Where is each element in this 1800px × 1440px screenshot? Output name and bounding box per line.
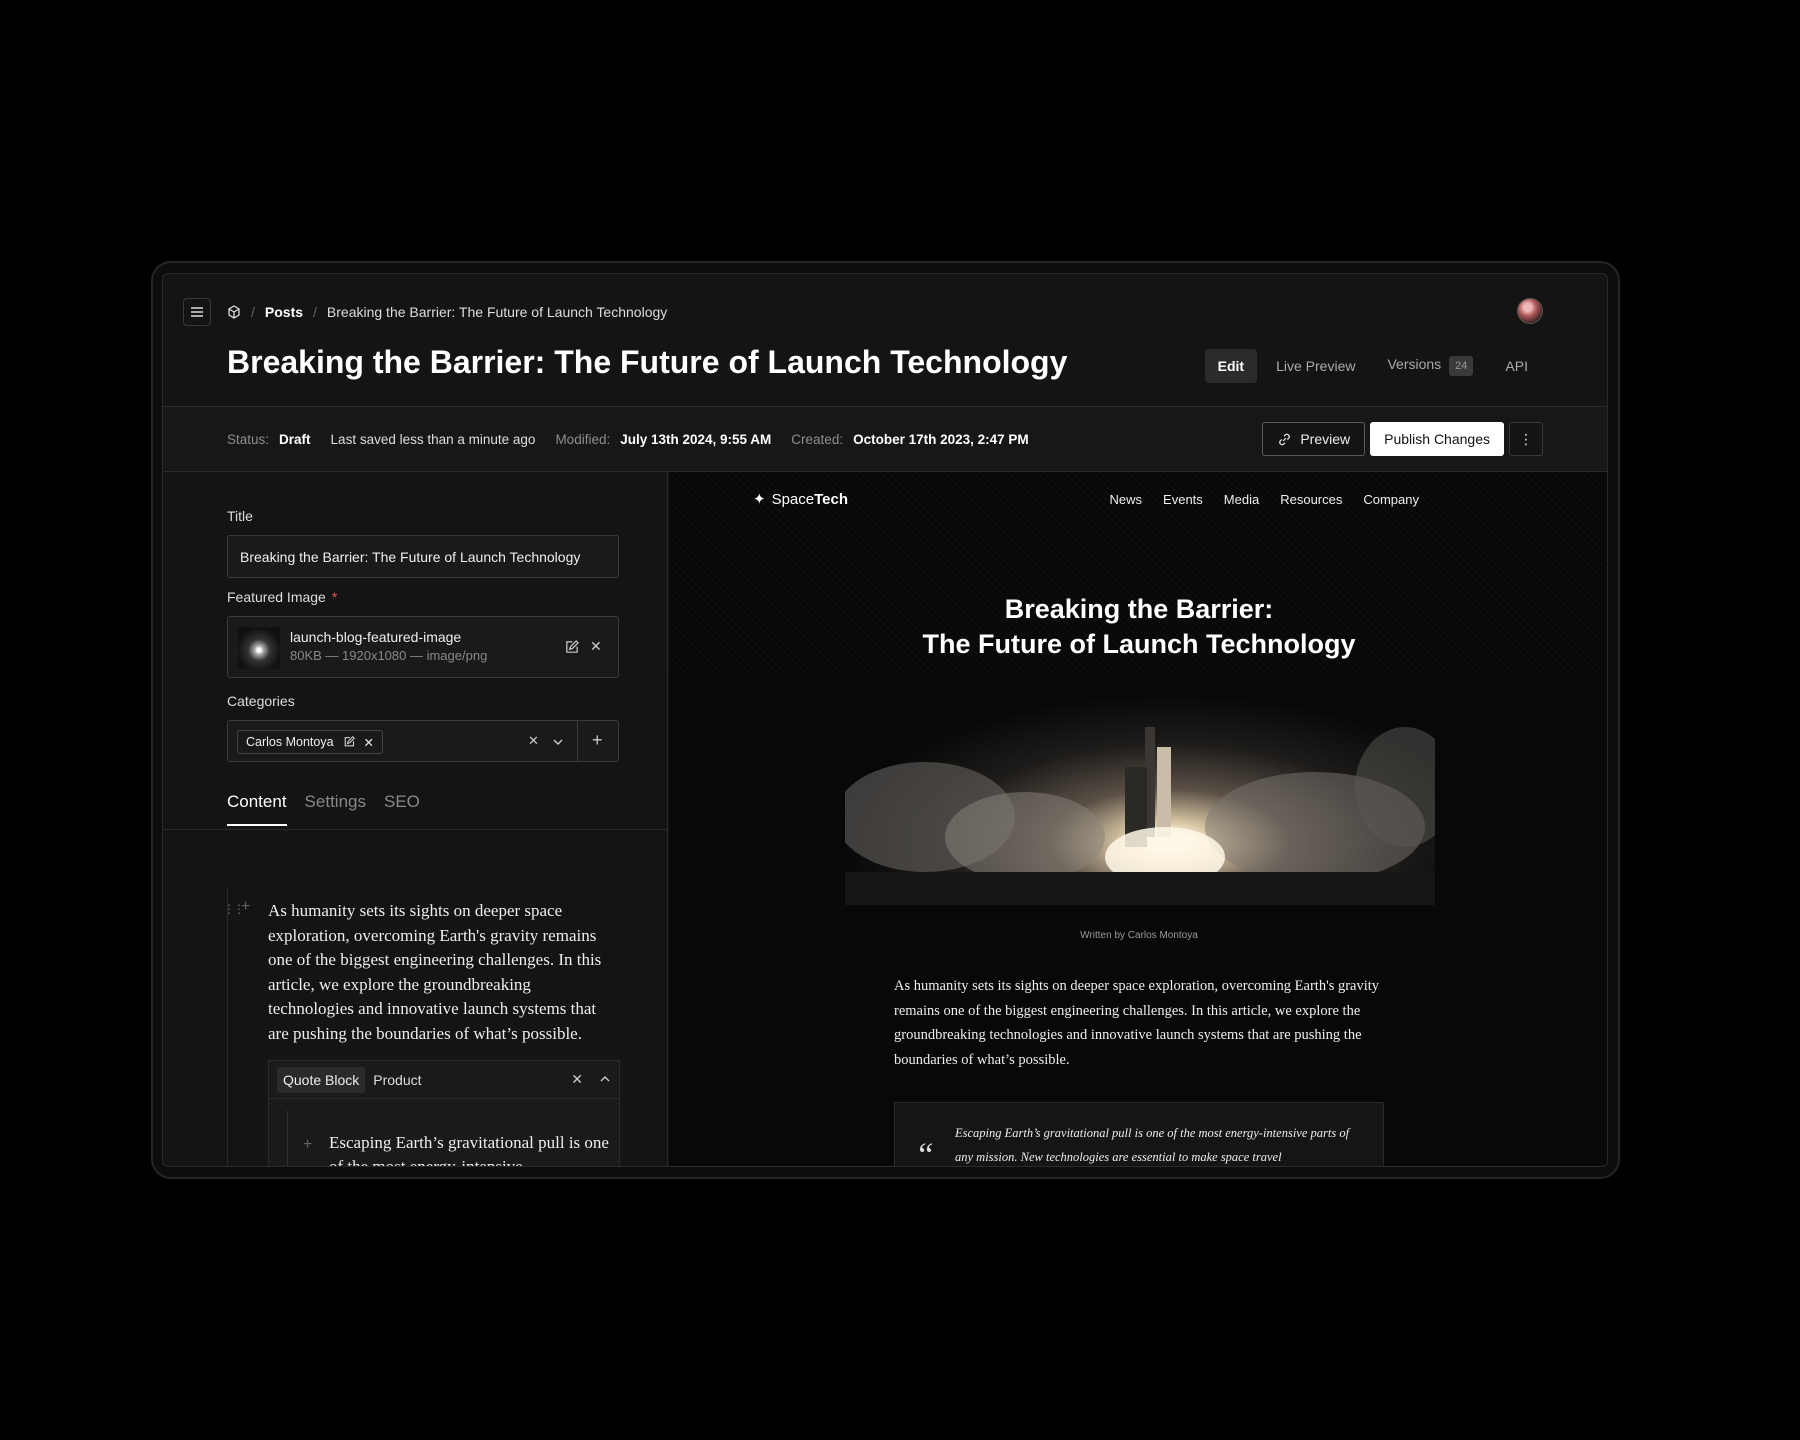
article-quote: “ Escaping Earth’s gravitational pull is… (894, 1102, 1384, 1167)
tab-settings[interactable]: Settings (305, 792, 366, 826)
breadcrumb-posts[interactable]: Posts (265, 304, 303, 320)
live-preview-panel: ✦ SpaceTech News Events Media Resources … (669, 472, 1607, 1167)
chevron-up-icon[interactable] (599, 1071, 611, 1087)
title-input[interactable]: Breaking the Barrier: The Future of Laun… (227, 535, 619, 578)
logo-text-light: Space (771, 490, 815, 508)
hero-image (845, 697, 1435, 905)
tab-versions-label: Versions (1387, 356, 1442, 372)
tab-seo[interactable]: SEO (384, 792, 420, 826)
created-value: October 17th 2023, 2:47 PM (853, 432, 1029, 447)
quote-text[interactable]: Escaping Earth’s gravitational pull is o… (329, 1131, 609, 1166)
created-label: Created: (791, 432, 844, 447)
article-body: As humanity sets its sights on deeper sp… (894, 978, 1380, 1068)
block-type-label: Quote Block (277, 1066, 366, 1093)
quote-block[interactable]: Quote Block Product ✕ + Escaping Earth’s… (268, 1060, 620, 1166)
top-bar: / Posts / Breaking the Barrier: The Futu… (163, 274, 1607, 406)
view-tabs: Edit Live Preview Versions 24 API (1204, 347, 1541, 385)
close-icon[interactable]: ✕ (590, 638, 602, 655)
quote-block-header: Quote Block Product ✕ (269, 1061, 619, 1099)
featured-image-label: Featured Image * (227, 589, 337, 605)
divider (163, 829, 668, 830)
menu-button[interactable] (183, 298, 211, 326)
nav-item[interactable]: Events (1163, 492, 1203, 507)
editor-rail (227, 887, 228, 1166)
page-title: Breaking the Barrier: The Future of Laun… (227, 344, 1068, 380)
status-label: Status: (227, 432, 270, 447)
more-options-button[interactable]: ⋮ (1509, 422, 1543, 456)
block-controls: ✕ (571, 1071, 611, 1088)
close-icon[interactable]: ✕ (364, 735, 374, 750)
status-bar: Status: Draft Last saved less than a min… (163, 406, 1607, 472)
article-title: Breaking the Barrier: The Future of Laun… (669, 592, 1607, 662)
nav-item[interactable]: News (1110, 492, 1143, 507)
last-saved-text: Last saved less than a minute ago (330, 432, 536, 447)
plus-icon[interactable]: + (241, 898, 250, 916)
plus-icon[interactable]: + (303, 1136, 312, 1154)
category-chip: Carlos Montoya ✕ (237, 730, 384, 754)
breadcrumb-current: Breaking the Barrier: The Future of Laun… (326, 304, 668, 320)
breadcrumb-separator: / (313, 304, 317, 320)
content-tabs: Content Settings SEO (227, 792, 420, 826)
versions-count-badge: 24 (1449, 356, 1474, 376)
title-label: Title (227, 508, 253, 524)
logo-text-bold: Tech (814, 490, 849, 508)
image-filename: launch-blog-featured-image (290, 629, 462, 645)
avatar[interactable] (1517, 298, 1543, 324)
article-byline: Written by Carlos Montoya (1080, 930, 1198, 941)
article-quote-text: Escaping Earth’s gravitational pull is o… (955, 1126, 1350, 1164)
editor-panel: Title Breaking the Barrier: The Future o… (163, 472, 668, 1166)
nav-item[interactable]: Company (1363, 492, 1419, 507)
document-meta: Status: Draft Last saved less than a min… (227, 432, 1039, 447)
block-name-label: Product (373, 1071, 422, 1088)
cube-logo-icon[interactable] (227, 305, 241, 319)
drag-handle-icon[interactable]: ⋮⋮ (223, 902, 245, 916)
featured-image-field[interactable]: launch-blog-featured-image 80KB — 1920x1… (227, 616, 619, 678)
required-marker: * (331, 589, 338, 605)
close-icon[interactable]: ✕ (571, 1071, 583, 1088)
preview-button[interactable]: Preview (1262, 422, 1366, 456)
article-title-line: The Future of Launch Technology (922, 629, 1356, 659)
modified-value: July 13th 2024, 9:55 AM (620, 432, 772, 447)
modified-label: Modified: (555, 432, 611, 447)
quote-mark-icon: “ (915, 1137, 934, 1167)
menu-icon (191, 307, 203, 317)
tab-content[interactable]: Content (227, 792, 287, 826)
plus-icon[interactable]: + (592, 730, 603, 751)
link-icon (1279, 433, 1291, 445)
sparkle-icon: ✦ (753, 491, 766, 508)
publish-changes-button[interactable]: Publish Changes (1370, 422, 1504, 456)
edit-icon[interactable] (564, 640, 579, 655)
image-meta: 80KB — 1920x1080 — image/png (290, 648, 488, 663)
rocket-launch-illustration (845, 727, 1435, 905)
article-title-line: Breaking the Barrier: (1004, 594, 1274, 624)
cms-window: / Posts / Breaking the Barrier: The Futu… (162, 273, 1608, 1167)
preview-button-label: Preview (1300, 431, 1351, 447)
tab-versions[interactable]: Versions 24 (1374, 347, 1486, 385)
editor-paragraph[interactable]: As humanity sets its sights on deeper sp… (268, 899, 620, 1046)
tab-edit[interactable]: Edit (1204, 349, 1258, 383)
quote-rail (287, 1111, 288, 1166)
divider (577, 721, 578, 761)
tab-live-preview[interactable]: Live Preview (1263, 349, 1368, 383)
category-chip-label: Carlos Montoya (246, 735, 334, 749)
site-logo-text: SpaceTech (772, 491, 848, 508)
featured-image-thumbnail (238, 627, 280, 669)
tab-api[interactable]: API (1492, 349, 1541, 383)
status-badge: Draft (279, 432, 311, 447)
nav-item[interactable]: Resources (1280, 492, 1342, 507)
chevron-down-icon[interactable] (552, 736, 564, 748)
document-actions: Preview Publish Changes ⋮ (1262, 422, 1543, 456)
site-nav: News Events Media Resources Company (1110, 492, 1419, 507)
clear-icon[interactable]: ✕ (528, 733, 539, 749)
featured-image-label-text: Featured Image (227, 589, 326, 605)
more-vertical-icon: ⋮ (1519, 430, 1533, 447)
nav-item[interactable]: Media (1224, 492, 1259, 507)
site-logo[interactable]: ✦ SpaceTech (753, 490, 848, 509)
categories-label: Categories (227, 693, 295, 709)
edit-icon[interactable] (343, 736, 355, 748)
breadcrumb-separator: / (251, 304, 255, 320)
breadcrumb: / Posts / Breaking the Barrier: The Futu… (227, 302, 667, 322)
categories-select[interactable]: Carlos Montoya ✕ ✕ + (227, 720, 619, 762)
